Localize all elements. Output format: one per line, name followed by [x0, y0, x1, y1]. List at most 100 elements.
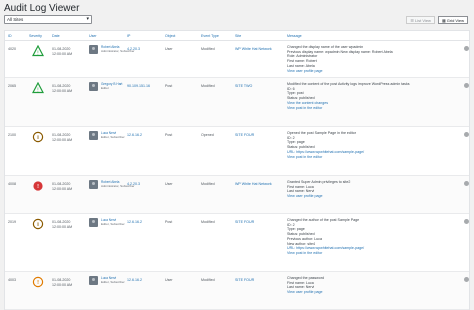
event-object: Post: [165, 84, 173, 88]
site-link[interactable]: SITE FOUR: [235, 220, 254, 224]
alert-circle-icon: !: [32, 179, 44, 191]
site-link[interactable]: WP White Hat Network: [235, 47, 272, 51]
col-object[interactable]: Object: [165, 34, 175, 38]
warning-triangle-icon: !: [32, 44, 44, 56]
event-object: Post: [165, 133, 173, 137]
event-time: 12:00:00 AM: [52, 88, 73, 93]
avatar: [89, 131, 98, 140]
svg-text:!: !: [37, 280, 39, 286]
event-type: Opened: [201, 133, 214, 137]
table-row: 4020! 01-08-2020 12:00:00 AM Robert Abela Ad…: [5, 41, 469, 78]
event-object: Post: [165, 220, 173, 224]
user-role: Editor: [101, 86, 109, 90]
col-severity[interactable]: Severity: [29, 34, 42, 38]
event-object: User: [165, 182, 173, 186]
event-id: 2100: [8, 133, 16, 137]
details-icon[interactable]: [464, 277, 469, 282]
message-link[interactable]: View post in the editor: [287, 106, 457, 111]
event-message: Changed the password First name: Luca Last…: [287, 276, 457, 295]
details-icon[interactable]: [464, 219, 469, 224]
avatar: [89, 82, 98, 91]
ip-link[interactable]: 90.109.151.16: [127, 84, 150, 88]
info-circle-icon: i: [32, 130, 44, 143]
avatar: [89, 276, 98, 285]
event-type: Modified: [201, 278, 215, 282]
event-message: Changed the author of the post Sample Pa…: [287, 218, 457, 256]
col-site[interactable]: Site: [235, 34, 241, 38]
ip-link[interactable]: 12.6.16.2: [127, 278, 142, 282]
event-message: Modified the content of the post Activit…: [287, 82, 457, 110]
svg-text:i: i: [37, 222, 39, 228]
message-link[interactable]: View post in the editor: [287, 155, 457, 160]
event-message: Opened the post Sample Page in the edito…: [287, 131, 457, 159]
message-link[interactable]: View post in the editor: [287, 251, 457, 256]
col-message: Message: [287, 34, 302, 38]
event-date: 01-08-2020: [52, 220, 71, 224]
details-icon[interactable]: [464, 181, 469, 186]
event-time: 12:00:00 AM: [52, 51, 73, 56]
site-link[interactable]: SITE TWO: [235, 84, 252, 88]
col-ip[interactable]: IP: [127, 34, 130, 38]
event-time: 12:00:00 AM: [52, 282, 73, 287]
user-role: Editor, Subscriber: [101, 135, 125, 139]
event-object: User: [165, 278, 173, 282]
site-filter-value: All Sites: [7, 17, 24, 22]
event-id: 4020: [8, 47, 16, 51]
event-date: 01-08-2020: [52, 133, 71, 137]
svg-text:!: !: [37, 184, 39, 190]
site-link[interactable]: SITE FOUR: [235, 133, 254, 137]
col-date[interactable]: Date: [52, 34, 60, 38]
svg-text:!: !: [37, 87, 38, 93]
details-icon[interactable]: [464, 132, 469, 137]
message-link[interactable]: View user profile page: [287, 290, 457, 295]
ip-link[interactable]: 4.2.20.3: [127, 47, 140, 51]
svg-text:!: !: [37, 50, 38, 56]
event-type: Modified: [201, 84, 215, 88]
warning-triangle-icon: !: [32, 81, 44, 93]
page-header: Audit Log Viewer All Sites ▾ ☰List View …: [0, 0, 474, 30]
svg-text:i: i: [37, 135, 39, 141]
ip-link[interactable]: 12.6.16.2: [127, 133, 142, 137]
message-link[interactable]: View user profile page: [287, 194, 457, 199]
grid-view-label: Grid View: [446, 18, 464, 23]
col-user[interactable]: User: [89, 34, 97, 38]
event-message: Granted Super Admin privileges to site2 F…: [287, 180, 457, 199]
table-row: 4008! 01-08-2020 12:00:00 AM Robert Abela Ad…: [5, 176, 469, 214]
event-message: Changed the display name of the user wpa…: [287, 45, 457, 73]
list-view-button[interactable]: ☰List View: [406, 16, 435, 24]
event-date: 01-08-2020: [52, 278, 71, 282]
table-row: 2065! 01-08-2020 12:00:00 AM Gregory B Hart…: [5, 78, 469, 127]
view-toggle: ☰List View ▦Grid View: [406, 16, 468, 24]
event-id: 2019: [8, 220, 16, 224]
site-link[interactable]: SITE FOUR: [235, 278, 254, 282]
event-time: 12:00:00 AM: [52, 137, 73, 142]
page-title: Audit Log Viewer: [4, 3, 80, 14]
event-id: 4008: [8, 182, 16, 186]
col-event-type[interactable]: Event Type: [201, 34, 219, 38]
event-type: Modified: [201, 182, 215, 186]
ip-link[interactable]: 12.6.16.2: [127, 220, 142, 224]
audit-log-table: ID Severity Date User IP Object Event Ty…: [4, 30, 470, 310]
event-id: 2065: [8, 84, 16, 88]
event-date: 01-08-2020: [52, 84, 71, 88]
table-row: 2019 i 01-08-2020 12:00:00 AM Luca Nervi Edit…: [5, 214, 469, 272]
event-id: 4003: [8, 278, 16, 282]
site-filter-select[interactable]: All Sites ▾: [4, 15, 92, 24]
event-type: Modified: [201, 220, 215, 224]
event-time: 12:00:00 AM: [52, 186, 73, 191]
table-header: ID Severity Date User IP Object Event Ty…: [5, 31, 469, 41]
table-row: 4003! 01-08-2020 12:00:00 AM Luca Nervi Edit…: [5, 272, 469, 310]
grid-view-button[interactable]: ▦Grid View: [437, 16, 468, 24]
avatar: [89, 45, 98, 54]
site-link[interactable]: WP White Hat Network: [235, 182, 272, 186]
message-link[interactable]: View user profile page: [287, 69, 457, 74]
user-role: Editor, Subscriber: [101, 280, 125, 284]
col-id[interactable]: ID: [8, 34, 12, 38]
chevron-down-icon: ▾: [86, 16, 89, 22]
details-icon[interactable]: [464, 83, 469, 88]
info-circle-icon: i: [32, 217, 44, 230]
event-type: Modified: [201, 47, 215, 51]
ip-link[interactable]: 4.2.20.3: [127, 182, 140, 186]
details-icon[interactable]: [464, 46, 469, 51]
avatar: [89, 218, 98, 227]
